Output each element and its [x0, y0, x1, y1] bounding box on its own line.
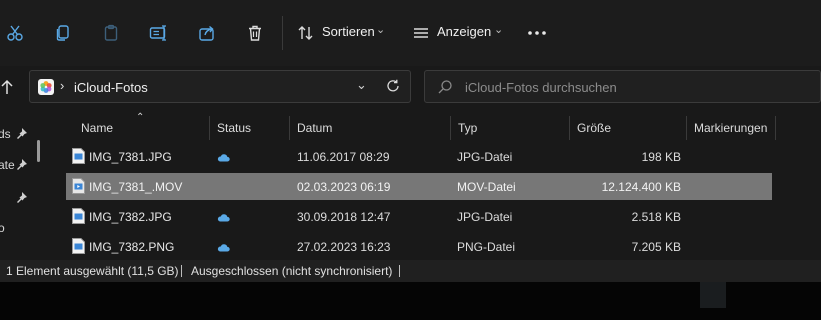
- sort-ascending-icon: ⌃: [136, 112, 145, 123]
- image-file-icon: [72, 208, 85, 224]
- column-divider[interactable]: [569, 116, 570, 140]
- more-icon[interactable]: [522, 18, 552, 48]
- file-row[interactable]: IMG_7382.JPG 30.09.2018 12:47 JPG-Datei …: [66, 203, 772, 230]
- sort-icon[interactable]: [291, 18, 321, 48]
- chevron-down-icon[interactable]: ⌄: [376, 23, 385, 36]
- file-size: 198 KB: [641, 150, 681, 164]
- image-file-icon: [72, 148, 85, 164]
- status-divider: [181, 265, 182, 277]
- taskbar-area: [0, 282, 821, 320]
- column-divider[interactable]: [289, 116, 290, 140]
- file-size: 12.124.400 KB: [601, 180, 681, 194]
- trash-icon[interactable]: [240, 18, 270, 48]
- file-type: JPG-Datei: [457, 210, 513, 224]
- column-divider[interactable]: [775, 116, 776, 140]
- image-file-icon: [72, 238, 85, 254]
- column-divider[interactable]: [686, 116, 687, 140]
- search-box[interactable]: iCloud-Fotos durchsuchen: [424, 70, 821, 103]
- column-header-date[interactable]: Datum: [297, 121, 332, 135]
- scissors-icon[interactable]: [0, 18, 30, 48]
- file-date: 11.06.2017 08:29: [297, 150, 390, 164]
- file-date: 02.03.2023 06:19: [297, 180, 391, 194]
- breadcrumb-chevron-icon[interactable]: ›: [60, 78, 64, 93]
- view-icon[interactable]: [406, 18, 436, 48]
- pin-icon: [16, 127, 28, 142]
- video-file-icon: [72, 178, 85, 194]
- search-input[interactable]: iCloud-Fotos durchsuchen: [465, 80, 617, 95]
- file-type: MOV-Datei: [457, 180, 516, 194]
- file-size: 2.518 KB: [631, 210, 681, 224]
- search-icon: [437, 79, 453, 98]
- column-header-tags[interactable]: Markierungen: [694, 121, 767, 135]
- view-button[interactable]: Anzeigen: [437, 24, 491, 39]
- sort-button[interactable]: Sortieren: [322, 24, 375, 39]
- selection-status: 1 Element ausgewählt (11,5 GB): [6, 264, 179, 278]
- toolbar-divider: [282, 16, 283, 50]
- status-divider: [399, 265, 400, 277]
- blurred-thumbnail: [700, 282, 726, 308]
- file-name: IMG_7382.JPG: [89, 210, 172, 224]
- rename-icon[interactable]: [144, 18, 174, 48]
- column-divider[interactable]: [209, 116, 210, 140]
- refresh-icon[interactable]: [385, 78, 401, 97]
- chevron-down-icon[interactable]: ⌄: [494, 23, 503, 36]
- file-type: PNG-Datei: [457, 240, 516, 254]
- column-header-name[interactable]: Name: [81, 121, 113, 135]
- navigation-pane: ds ate o: [0, 110, 48, 260]
- copy-icon[interactable]: [48, 18, 78, 48]
- file-size: 7.205 KB: [631, 240, 681, 254]
- sidebar-item-label[interactable]: o: [0, 221, 5, 235]
- sync-status: Ausgeschlossen (nicht synchronisiert): [191, 264, 393, 278]
- column-header-type[interactable]: Typ: [458, 121, 477, 135]
- pin-icon: [16, 191, 28, 206]
- breadcrumb-item[interactable]: iCloud-Fotos: [74, 80, 148, 95]
- file-row-selected[interactable]: IMG_7381_.MOV 02.03.2023 06:19 MOV-Datei…: [66, 173, 772, 200]
- status-bar: 1 Element ausgewählt (11,5 GB) Ausgeschl…: [0, 260, 821, 282]
- column-divider[interactable]: [450, 116, 451, 140]
- file-date: 27.02.2023 16:23: [297, 240, 391, 254]
- cloud-icon: [217, 211, 230, 225]
- cloud-icon: [217, 241, 230, 255]
- address-bar[interactable]: › iCloud-Fotos ⌄: [29, 70, 411, 103]
- file-name: IMG_7381.JPG: [89, 150, 172, 164]
- scrollbar-thumb[interactable]: [37, 140, 40, 162]
- cloud-icon: [217, 151, 230, 165]
- sidebar-item-label[interactable]: ds: [0, 127, 11, 141]
- column-header-size[interactable]: Größe: [577, 121, 611, 135]
- file-row[interactable]: IMG_7381.JPG 11.06.2017 08:29 JPG-Datei …: [66, 143, 772, 170]
- pin-icon: [16, 158, 28, 173]
- file-date: 30.09.2018 12:47: [297, 210, 391, 224]
- chevron-down-icon[interactable]: ⌄: [356, 77, 367, 93]
- command-bar: Sortieren ⌄ Anzeigen ⌄: [0, 0, 821, 66]
- column-header-status[interactable]: Status: [217, 121, 251, 135]
- file-type: JPG-Datei: [457, 150, 513, 164]
- photos-icon: [38, 79, 54, 98]
- share-icon[interactable]: [192, 18, 222, 48]
- file-name: IMG_7381_.MOV: [89, 180, 183, 194]
- sidebar-item-label[interactable]: ate: [0, 158, 15, 172]
- file-name: IMG_7382.PNG: [89, 240, 175, 254]
- paste-icon[interactable]: [96, 18, 126, 48]
- up-arrow-icon[interactable]: [0, 78, 14, 99]
- file-row[interactable]: IMG_7382.PNG 27.02.2023 16:23 PNG-Datei …: [66, 233, 772, 260]
